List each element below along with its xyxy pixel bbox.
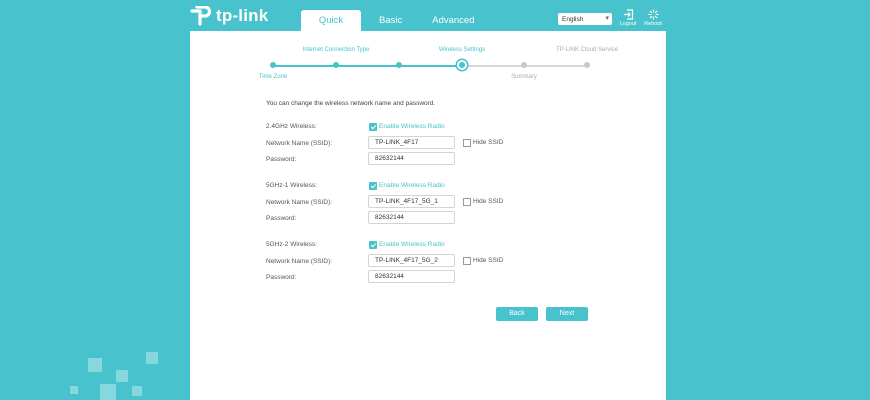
step-wireless-settings: Wireless Settings bbox=[438, 47, 486, 53]
step-dot-current bbox=[457, 60, 467, 70]
band-label-2g: 2.4GHz Wireless: bbox=[266, 123, 317, 130]
background-decoration bbox=[116, 370, 128, 382]
tp-link-logo: tp-link bbox=[190, 6, 268, 26]
enable-radio-checkbox-2g[interactable] bbox=[369, 123, 377, 131]
background-decoration bbox=[146, 352, 158, 364]
password-input-2g[interactable]: 82632144 bbox=[368, 152, 455, 165]
enable-radio-checkbox-5g2[interactable] bbox=[369, 241, 377, 249]
hide-ssid-checkbox-5g1[interactable] bbox=[463, 198, 471, 206]
step-dot bbox=[333, 62, 339, 68]
reboot-icon bbox=[647, 9, 659, 20]
enable-radio-label-5g1[interactable]: Enable Wireless Radio bbox=[379, 182, 445, 189]
reboot-label: Reboot bbox=[644, 21, 662, 27]
progress-track-done bbox=[273, 65, 462, 67]
tab-quick-setup[interactable]: Quick Setup bbox=[301, 10, 361, 48]
hide-ssid-checkbox-2g[interactable] bbox=[463, 139, 471, 147]
chevron-down-icon: ▾ bbox=[605, 15, 609, 22]
ssid-input-2g[interactable]: TP-LINK_4F17 bbox=[368, 136, 455, 149]
band-label-5g1: 5GHz-1 Wireless: bbox=[266, 182, 317, 189]
quick-setup-panel: Internet Connection Type Wireless Settin… bbox=[190, 31, 666, 400]
language-value: English bbox=[562, 15, 584, 23]
background-decoration bbox=[70, 386, 78, 394]
logout-icon bbox=[623, 9, 633, 20]
background-decoration bbox=[132, 386, 142, 396]
main-tabs: Quick Setup Basic Advanced bbox=[301, 10, 488, 48]
hide-ssid-checkbox-5g2[interactable] bbox=[463, 257, 471, 265]
step-dot bbox=[521, 62, 527, 68]
step-time-zone: Time Zone bbox=[258, 74, 288, 80]
tp-link-logo-icon bbox=[190, 6, 212, 26]
intro-text: You can change the wireless network name… bbox=[266, 100, 436, 107]
hide-ssid-label-2g[interactable]: Hide SSID bbox=[473, 139, 503, 146]
back-button[interactable]: Back bbox=[496, 307, 538, 321]
password-input-5g1[interactable]: 82632144 bbox=[368, 211, 455, 224]
background-decoration bbox=[100, 384, 116, 400]
language-select[interactable]: English ▾ bbox=[558, 13, 612, 25]
ssid-input-5g1[interactable]: TP-LINK_4F17_5G_1 bbox=[368, 195, 455, 208]
password-label-5g1: Password: bbox=[266, 215, 297, 222]
enable-radio-label-2g[interactable]: Enable Wireless Radio bbox=[379, 123, 445, 130]
background-decoration bbox=[88, 358, 102, 372]
tab-basic[interactable]: Basic bbox=[366, 10, 415, 32]
ssid-label-5g2: Network Name (SSID): bbox=[266, 258, 333, 265]
step-internet-connection-type: Internet Connection Type bbox=[302, 47, 370, 53]
password-input-5g2[interactable]: 82632144 bbox=[368, 270, 455, 283]
next-button[interactable]: Next bbox=[546, 307, 588, 321]
ssid-label-2g: Network Name (SSID): bbox=[266, 140, 333, 147]
step-dot bbox=[396, 62, 402, 68]
ssid-input-5g2[interactable]: TP-LINK_4F17_5G_2 bbox=[368, 254, 455, 267]
reboot-button[interactable]: Reboot bbox=[641, 9, 665, 27]
logo-text: tp-link bbox=[216, 6, 269, 25]
password-label-2g: Password: bbox=[266, 156, 297, 163]
step-dot bbox=[270, 62, 276, 68]
ssid-label-5g1: Network Name (SSID): bbox=[266, 199, 333, 206]
enable-radio-checkbox-5g1[interactable] bbox=[369, 182, 377, 190]
tab-advanced[interactable]: Advanced bbox=[419, 10, 487, 32]
hide-ssid-label-5g2[interactable]: Hide SSID bbox=[473, 257, 503, 264]
band-label-5g2: 5GHz-2 Wireless: bbox=[266, 241, 317, 248]
step-summary: Summary bbox=[511, 74, 537, 80]
logout-button[interactable]: Logout bbox=[616, 9, 640, 27]
password-label-5g2: Password: bbox=[266, 274, 297, 281]
step-cloud-service: TP-LINK Cloud Service bbox=[555, 47, 619, 53]
hide-ssid-label-5g1[interactable]: Hide SSID bbox=[473, 198, 503, 205]
logout-label: Logout bbox=[619, 21, 637, 27]
step-dot bbox=[584, 62, 590, 68]
enable-radio-label-5g2[interactable]: Enable Wireless Radio bbox=[379, 241, 445, 248]
